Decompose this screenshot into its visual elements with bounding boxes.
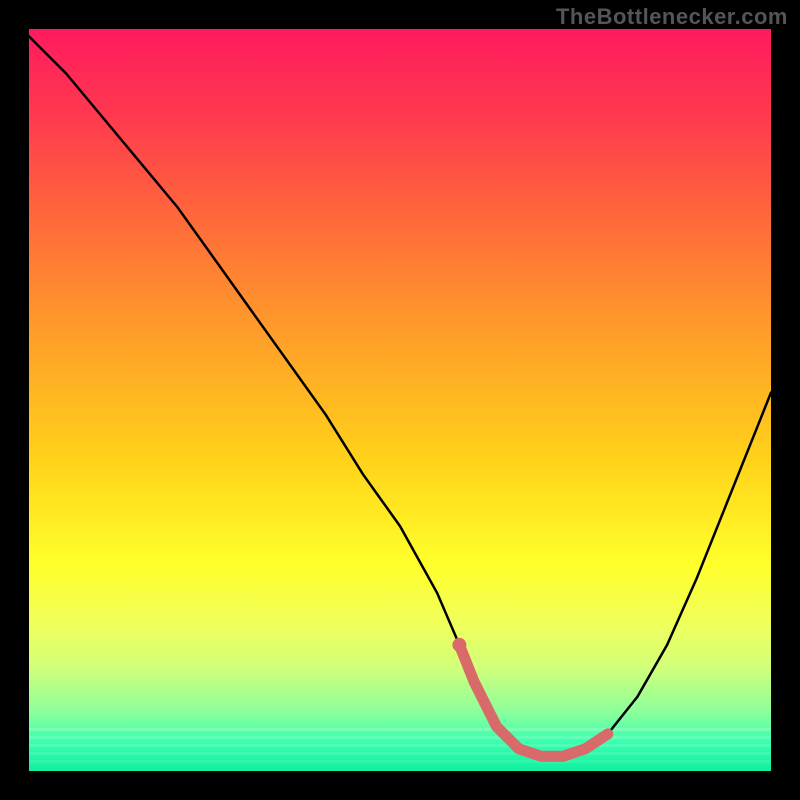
chart-frame: TheBottlenecker.com	[0, 0, 800, 800]
optimum-marker-dot	[452, 638, 466, 652]
curve-svg	[29, 29, 771, 771]
watermark: TheBottlenecker.com	[556, 4, 788, 30]
plot-area	[29, 29, 771, 771]
bottleneck-curve	[29, 36, 771, 756]
optimum-marker	[459, 645, 607, 756]
